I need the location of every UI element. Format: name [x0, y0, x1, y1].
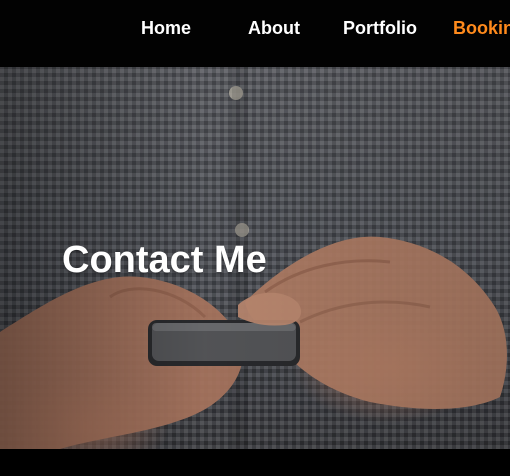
nav-item-home[interactable]: Home: [141, 16, 191, 40]
nav-item-booking[interactable]: Booking: [453, 16, 510, 40]
nav-item-about[interactable]: About: [248, 16, 300, 40]
nav-item-portfolio[interactable]: Portfolio: [343, 16, 417, 40]
top-navigation: Home About Portfolio Booking: [0, 0, 510, 67]
bottom-strip: [0, 449, 510, 476]
page-title: Contact Me: [62, 239, 267, 281]
hero-banner: Contact Me: [0, 67, 510, 449]
